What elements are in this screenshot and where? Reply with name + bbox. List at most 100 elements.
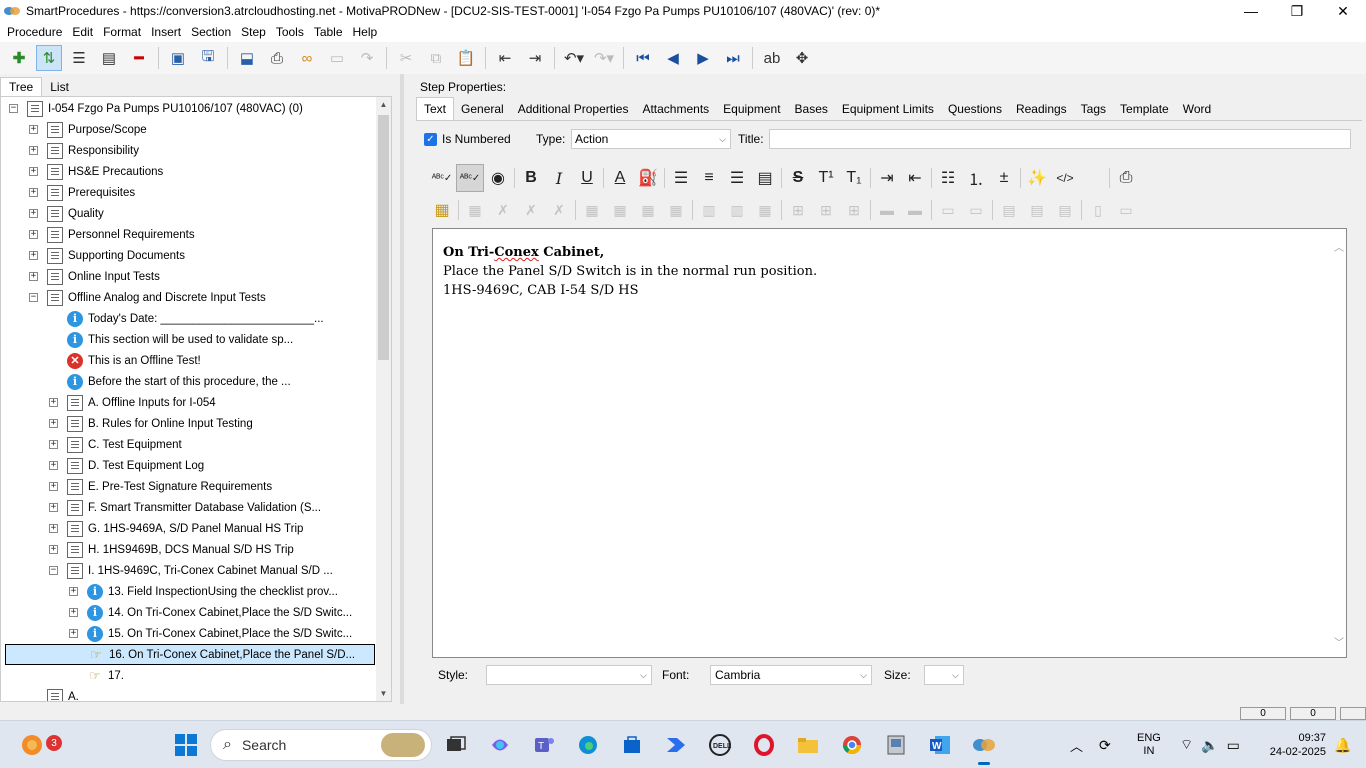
tree-item[interactable]: A.: [29, 686, 79, 701]
tree-item[interactable]: + G. 1HS-9469A, S/D Panel Manual HS Trip: [49, 518, 303, 539]
task-view-icon[interactable]: [440, 729, 472, 761]
file-explorer-icon[interactable]: [792, 729, 824, 761]
previous-icon[interactable]: ◀: [660, 45, 686, 71]
tree-item[interactable]: ✕ This is an Offline Test!: [49, 350, 201, 371]
save-all-icon[interactable]: ▣: [165, 45, 191, 71]
tree-item[interactable]: + Responsibility: [29, 140, 139, 161]
widgets-icon[interactable]: 3: [16, 729, 62, 761]
row-height-icon[interactable]: ▬: [873, 196, 901, 224]
chevron-down-icon[interactable]: ﹀: [1334, 634, 1344, 649]
tab-tree[interactable]: Tree: [0, 77, 43, 96]
scroll-thumb[interactable]: [378, 115, 389, 360]
export-icon[interactable]: ⬓: [234, 45, 260, 71]
insert-line-icon[interactable]: ±: [990, 164, 1018, 192]
remove-icon[interactable]: ━: [126, 45, 152, 71]
collapse-icon[interactable]: −: [49, 566, 58, 575]
step-text-editor[interactable]: On Tri-Conex Cabinet, Place the Panel S/…: [432, 228, 1347, 658]
menu-table[interactable]: Table: [309, 22, 348, 42]
copilot-icon[interactable]: [484, 729, 516, 761]
superscript-icon[interactable]: T¹: [812, 164, 840, 192]
underline-icon[interactable]: U: [573, 164, 601, 192]
tree-item[interactable]: + B. Rules for Online Input Testing: [49, 413, 253, 434]
tree-item[interactable]: i Before the start of this procedure, the…: [49, 371, 291, 392]
notifications-icon[interactable]: 🔔: [1334, 721, 1351, 768]
tree-item[interactable]: + HS&E Precautions: [29, 161, 163, 182]
cell-align-center-icon[interactable]: ▤: [1023, 196, 1051, 224]
delete-row-icon[interactable]: ✗: [517, 196, 545, 224]
redo-arrow-icon[interactable]: ↷: [354, 45, 380, 71]
tree-item[interactable]: + Prerequisites: [29, 182, 135, 203]
tab-list[interactable]: List: [42, 78, 77, 96]
close-button[interactable]: ✕: [1320, 0, 1366, 22]
dell-icon[interactable]: DELL: [704, 729, 736, 761]
tree-item[interactable]: + C. Test Equipment: [49, 434, 182, 455]
tree-item[interactable]: + Online Input Tests: [29, 266, 160, 287]
chevron-up-icon[interactable]: ︿: [1334, 239, 1344, 254]
expand-icon[interactable]: +: [69, 587, 78, 596]
tree-item[interactable]: + Supporting Documents: [29, 245, 185, 266]
italic-icon[interactable]: I: [545, 164, 573, 192]
network-status-icon[interactable]: ⟳: [1099, 737, 1111, 754]
minimize-button[interactable]: —: [1228, 0, 1274, 22]
store-icon[interactable]: [616, 729, 648, 761]
row-properties-icon[interactable]: ▦: [606, 196, 634, 224]
wifi-icon[interactable]: ⌔: [1180, 736, 1193, 754]
tree-item[interactable]: + E. Pre-Test Signature Requirements: [49, 476, 272, 497]
tree-item[interactable]: + Purpose/Scope: [29, 119, 147, 140]
section-icon[interactable]: ☰: [66, 45, 92, 71]
taskbar-search[interactable]: ⌕ Search: [210, 729, 432, 761]
decrease-indent-icon[interactable]: ⇤: [901, 164, 929, 192]
tree-item[interactable]: + i 15. On Tri-Conex Cabinet,Place the S/D…: [69, 623, 352, 644]
expand-icon[interactable]: +: [49, 545, 58, 554]
procedure-tree[interactable]: − I-054 Fzgo Pa Pumps PU10106/107 (480VAC…: [0, 96, 392, 702]
move-icon[interactable]: ✥: [789, 45, 815, 71]
increase-indent-icon[interactable]: ⇥: [873, 164, 901, 192]
outdent-icon[interactable]: ⇤: [492, 45, 518, 71]
print-icon[interactable]: ⎙: [1112, 164, 1140, 192]
expand-icon[interactable]: +: [49, 398, 58, 407]
column-width-icon[interactable]: ▬: [901, 196, 929, 224]
clock[interactable]: 09:37 24-02-2025: [1260, 721, 1326, 768]
first-icon[interactable]: ⏮: [630, 45, 656, 71]
cut-icon[interactable]: ✂: [393, 45, 419, 71]
power-automate-icon[interactable]: [660, 729, 692, 761]
scroll-down-icon[interactable]: ▼: [376, 686, 391, 701]
subsection-icon[interactable]: ▤: [96, 45, 122, 71]
menu-section[interactable]: Section: [186, 22, 236, 42]
expand-icon[interactable]: +: [29, 251, 38, 260]
subscript-icon[interactable]: T₁: [840, 164, 868, 192]
expand-icon[interactable]: +: [29, 146, 38, 155]
tree-scrollbar[interactable]: ▲ ▼: [376, 97, 391, 701]
border-icon[interactable]: ▦: [662, 196, 690, 224]
style-select[interactable]: ⌵: [486, 665, 652, 685]
cell-properties-icon[interactable]: ▦: [578, 196, 606, 224]
tab-equipment-limits[interactable]: Equipment Limits: [835, 98, 941, 120]
expand-icon[interactable]: +: [69, 629, 78, 638]
paste-icon[interactable]: 📋: [453, 45, 479, 71]
menu-help[interactable]: Help: [348, 22, 383, 42]
tree-item[interactable]: ☞ 16. On Tri-Conex Cabinet,Place the Pane…: [5, 644, 375, 665]
delete-table-icon[interactable]: ✗: [489, 196, 517, 224]
language-indicator[interactable]: ENG IN: [1137, 721, 1161, 768]
tab-readings[interactable]: Readings: [1009, 98, 1074, 120]
tab-general[interactable]: General: [454, 98, 511, 120]
highlight-icon[interactable]: ⛽: [634, 164, 662, 192]
expand-icon[interactable]: +: [49, 461, 58, 470]
add-icon[interactable]: ✚: [6, 45, 32, 71]
expand-icon[interactable]: +: [29, 167, 38, 176]
auto-spell-icon[interactable]: ᴬᴮᶜ✓: [456, 164, 484, 192]
align-center-icon[interactable]: ≡: [695, 164, 723, 192]
tree-item[interactable]: + i 13. Field InspectionUsing the checklis…: [69, 581, 338, 602]
collapse-icon[interactable]: −: [29, 293, 38, 302]
menu-procedure[interactable]: Procedure: [2, 22, 67, 42]
magic-wand-icon[interactable]: ✨: [1023, 164, 1051, 192]
panel-splitter[interactable]: [400, 74, 404, 704]
symbol-icon[interactable]: ◉: [484, 164, 512, 192]
menu-step[interactable]: Step: [236, 22, 271, 42]
battery-icon[interactable]: ▭: [1227, 737, 1240, 754]
next-icon[interactable]: ▶: [690, 45, 716, 71]
title-input[interactable]: [769, 129, 1351, 149]
insert-row-above-icon[interactable]: ⊞: [784, 196, 812, 224]
tab-template[interactable]: Template: [1113, 98, 1176, 120]
indent-icon[interactable]: ⇥: [522, 45, 548, 71]
